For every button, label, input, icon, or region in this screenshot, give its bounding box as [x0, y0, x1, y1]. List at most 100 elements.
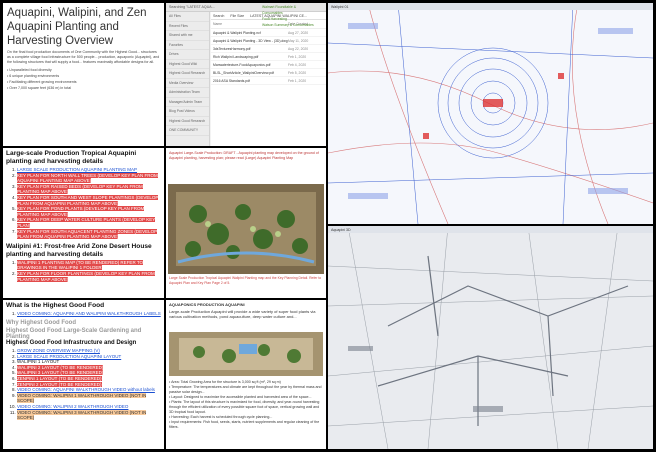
production-details-list: Area: Total Growing Area for the structu…: [169, 380, 323, 430]
folder-notes: Walmart Roundtable & Consumables Food Har…: [262, 4, 317, 28]
list-item-text: ZENPINI 1 LAYOUT (TO BE RENDERED): [17, 376, 102, 382]
sidebar-item[interactable]: Recent Files: [166, 22, 209, 31]
list-item[interactable]: KEY PLAN FOR SOUTH AND WEST SLOPE PLANTI…: [17, 194, 161, 206]
infrastructure-list: GROW ZONE OVERVIEW MAPPING (V)LARGE SCAL…: [3, 347, 164, 422]
file-date: Feb 5, 2020: [288, 70, 307, 75]
file-name: 2016 ASA Standards.pdf: [213, 78, 250, 83]
file-row[interactable]: Aquapini & Walipini Planting - 3D View -…: [211, 37, 326, 45]
map-caption-secondary: Large Scale Production Tropical Aquapini…: [169, 276, 322, 285]
sidebar-item[interactable]: Favorites: [166, 41, 209, 50]
file-list: Search File Size LATEST AQUAPINI WALIPINI …: [211, 12, 326, 146]
detail-item: Temperature: The temperatures and climat…: [169, 385, 323, 395]
list-item-text: VIDEO COMING: WALIPINI 3 WALKTHROUGH VID…: [17, 409, 147, 421]
walipini-key-list: WALIPINI 1 PLANTING MAP (TO BE RENDERED)…: [3, 259, 164, 283]
folder-note[interactable]: Watson Summary & Consumables: [262, 22, 317, 28]
sidebar-item[interactable]: Media Overview: [166, 79, 209, 88]
list-item[interactable]: WALIPINI 1 PLANTING MAP (TO BE RENDERED)…: [17, 259, 161, 271]
file-sidebar: All Files Recent Files Shared with me Favor…: [166, 12, 210, 146]
file-row[interactable]: 2016 ASA Standards.pdf Feb 1, 2020: [211, 77, 326, 85]
file-date: May 11, 2020: [288, 38, 309, 43]
sidebar-item[interactable]: Highest Good Research: [166, 69, 209, 79]
grey-heading-2: Highest Good Food Large-Scale Gardening …: [6, 327, 142, 340]
sidebar-item[interactable]: ONE COMMUNITY: [166, 126, 209, 136]
list-item-text[interactable]: LARGE SCALE PRODUCTION AQUAPINI PLANTING…: [17, 167, 137, 172]
sidebar-item[interactable]: Highest Good Research: [166, 117, 209, 126]
file-row[interactable]: Aquapini & Walipini Planting.ncf Aug 27, …: [211, 29, 326, 37]
planting-map-panel: Aquapini Large-Scale Production: DRAFT -…: [166, 148, 326, 298]
production-header: AQUAPONICS PRODUCTION AQUAPINI: [169, 302, 245, 307]
list-item[interactable]: VIDEO COMING: AQUAPINI AND WALIPINI WALK…: [17, 311, 161, 317]
list-item[interactable]: VIDEO COMING: WALIPINI 1 WALKTHROUGH VID…: [17, 392, 161, 404]
detail-item: Input requirements: Fish food, seeds, st…: [169, 420, 323, 430]
feature-list: Unparalleled food diversity6 unique plan…: [3, 65, 164, 93]
list-item[interactable]: KEY PLAN FOR POND PLANTS (DEVELOP KEY PL…: [17, 206, 161, 217]
list-item-text[interactable]: LARGE SCALE PRODUCTION AQUAPINI LAYOUT: [17, 354, 121, 359]
3d-wireframe-drawing[interactable]: [328, 226, 653, 449]
grey-heading: Why Highest Good Food: [6, 319, 76, 326]
list-item[interactable]: KEY PLAN FOR FLOOR PLANTINGS (DEVELOP KE…: [17, 270, 161, 282]
file-name: Manwatertecture-FoodAquaponics.pdf: [213, 62, 271, 67]
file-date: Aug 22, 2020: [288, 46, 309, 51]
production-intro: Large-scale Production Aquapini will pro…: [169, 309, 316, 319]
production-aquapini-panel: AQUAPONICS PRODUCTION AQUAPINI Large-sca…: [166, 300, 326, 449]
sidebar-item[interactable]: Blog Post Videos: [166, 107, 209, 117]
list-item[interactable]: KEY PLAN FOR DEEP WATER CULTURE PLANTS (…: [17, 217, 161, 228]
file-row[interactable]: Rich Walipini Landscaping.pdf Feb 1, 2020: [211, 53, 326, 61]
sidebar-item[interactable]: Highest Good Wiki: [166, 60, 209, 69]
list-item-text: KEY PLAN FOR SOUTH AND WEST SLOPE PLANTI…: [17, 194, 159, 206]
video-list: VIDEO COMING: AQUAPINI AND WALIPINI WALK…: [3, 310, 164, 318]
file-name: Aquapini & Walipini Planting - 3D View -…: [213, 38, 288, 43]
list-item-text: WALIPINI 1 LAYOUT: [17, 359, 60, 365]
list-item-text: KEY PLAN FOR SOUTH AQUACENT PLANTING ZON…: [17, 228, 158, 240]
list-item[interactable]: KEY PLAN FOR NORTH WALL TREES (DEVELOP K…: [17, 172, 161, 184]
file-tab[interactable]: Search: [213, 14, 224, 18]
map-caption: Aquapini Large-Scale Production: DRAFT -…: [169, 151, 319, 160]
sidebar-item[interactable]: Shared with me: [166, 31, 209, 41]
file-name: Aquapini & Walipini Planting.ncf: [213, 30, 261, 35]
planting-key-list: LARGE SCALE PRODUCTION AQUAPINI PLANTING…: [3, 166, 164, 241]
sidebar-item[interactable]: Manager/Admin Team: [166, 98, 209, 107]
file-name: BLSL_ShortArticle_WalipiniOverview.pdf: [213, 70, 274, 75]
file-row[interactable]: BLSL_ShortArticle_WalipiniOverview.pdf Fe…: [211, 69, 326, 77]
article-intro-panel: Aquapini, Walipini, and Zen Aquapini Pla…: [3, 3, 164, 146]
section-heading: Large-scale Production Tropical Aquapini…: [6, 150, 137, 165]
list-item-text: KEY PLAN FOR POND PLANTS (DEVELOP KEY PL…: [17, 206, 145, 217]
file-name: Rich Walipini Landscaping.pdf: [213, 54, 259, 59]
section-heading: What is the Highest Good Food: [6, 302, 105, 309]
list-item-text[interactable]: VIDEO COMING: WALIPINI 2 WALKTHROUGH VID…: [17, 404, 128, 409]
sidebar-item[interactable]: All Files: [166, 12, 209, 22]
file-date: Feb 1, 2020: [288, 54, 307, 59]
planting-map-image[interactable]: [168, 184, 324, 274]
file-date: Aug 27, 2020: [288, 30, 309, 35]
intro-paragraph: On the final food production documents o…: [7, 50, 160, 64]
list-item-text[interactable]: VIDEO COMING: AQUAPINI AND WALIPINI WALK…: [17, 311, 161, 316]
sidebar-item[interactable]: Administration Team: [166, 88, 209, 98]
file-rows: Aquapini & Walipini Planting.ncf Aug 27, …: [211, 29, 326, 85]
list-item-text[interactable]: VIDEO COMING: AQUAPINI WALKTHROUGH VIDEO…: [17, 387, 155, 392]
list-item-text: WALIPINI 1 PLANTING MAP (TO BE RENDERED)…: [17, 259, 144, 271]
file-tab[interactable]: File Size: [230, 14, 244, 18]
list-item-text: WALIPINI 2 LAYOUT (TO BE RENDERED): [17, 364, 104, 370]
list-item[interactable]: VIDEO COMING: WALIPINI 3 WALKTHROUGH VID…: [17, 409, 161, 421]
file-row[interactable]: Manwatertecture-FoodAquaponics.pdf Feb 4,…: [211, 61, 326, 69]
aquapini-site-image[interactable]: [169, 332, 323, 376]
page-title: Aquapini, Walipini, and Zen Aquapini Pla…: [7, 7, 147, 47]
list-item-text: KEY PLAN FOR DEEP WATER CULTURE PLANTS (…: [17, 217, 156, 228]
list-item-text: KEY PLAN FOR FLOOR PLANTINGS (DEVELOP KE…: [17, 270, 155, 282]
list-item[interactable]: KEY PLAN FOR SOUTH AQUACENT PLANTING ZON…: [17, 228, 161, 240]
file-name: 3dsTexturesHarmony.pdf: [213, 46, 251, 51]
file-row[interactable]: 3dsTexturesHarmony.pdf Aug 22, 2020: [211, 45, 326, 53]
3d-window-title: Aquapini 3D: [328, 226, 653, 233]
file-browser-panel: Searching "LATEST AQUA... All Files Recen…: [166, 3, 326, 146]
folder-note[interactable]: Walmart Roundtable & Consumables: [262, 4, 317, 16]
list-item[interactable]: KEY PLAN FOR RAISED BEDS (DEVELOP KEY PL…: [17, 183, 161, 195]
sidebar-item[interactable]: Drives: [166, 50, 209, 60]
list-item-text: ZENPINI 2 LAYOUT (TO BE RENDERED): [17, 381, 102, 387]
list-item-text: VIDEO COMING: WALIPINI 1 WALKTHROUGH VID…: [17, 392, 147, 404]
cad-plan-view[interactable]: Walipini 01: [328, 3, 653, 224]
cad-3d-view[interactable]: Aquapini 3D: [328, 226, 653, 449]
file-date: Feb 1, 2020: [288, 78, 307, 83]
list-item-text[interactable]: GROW ZONE OVERVIEW MAPPING (V): [17, 348, 100, 353]
site-plan-drawing[interactable]: [328, 3, 653, 224]
file-date: Feb 4, 2020: [288, 62, 307, 67]
